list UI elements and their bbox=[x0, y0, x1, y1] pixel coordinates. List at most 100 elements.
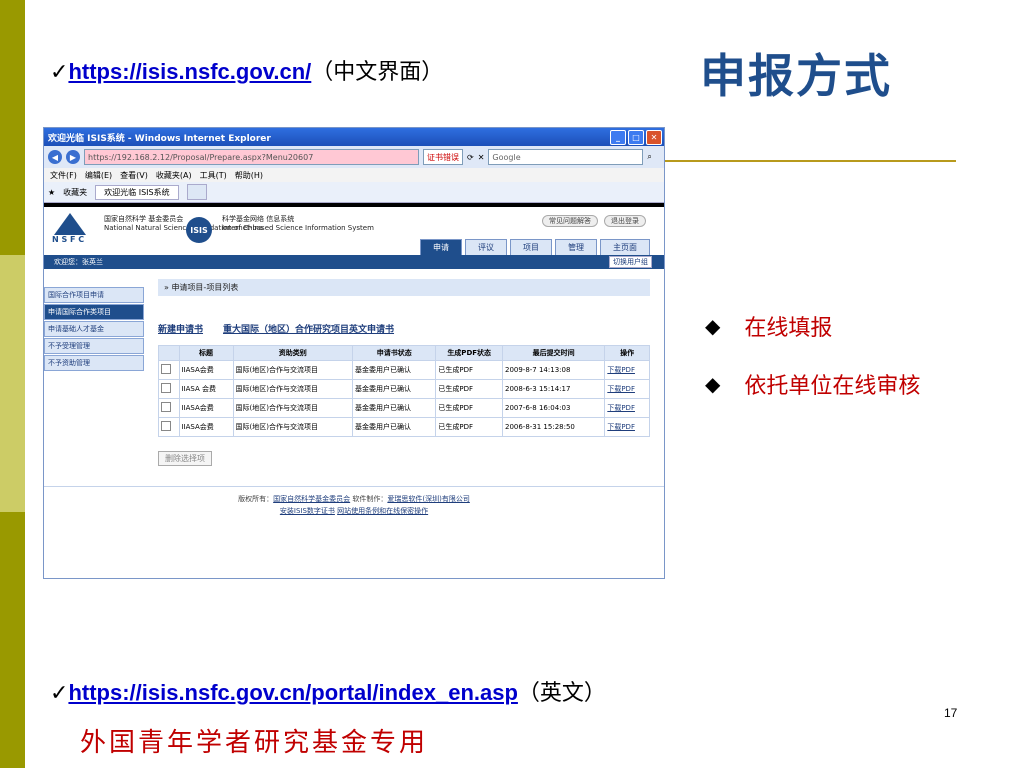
tab-project[interactable]: 项目 bbox=[510, 239, 552, 255]
row-checkbox[interactable] bbox=[161, 421, 171, 431]
row-submit-time: 2006-8-31 15:28:50 bbox=[501, 417, 606, 437]
isis-name-cn: 科学基金网络 信息系统 bbox=[222, 215, 295, 223]
search-input[interactable]: Google bbox=[488, 149, 644, 165]
row-pdf-status: 已生成PDF bbox=[435, 398, 503, 418]
delete-selected-button[interactable]: 删除选择项 bbox=[158, 451, 212, 466]
row-category: 国际(地区)合作与交流项目 bbox=[232, 360, 354, 380]
row-title: IIASA会费 bbox=[178, 417, 234, 437]
nsfc-logo: N S F C bbox=[52, 213, 86, 244]
favorites-star-icon[interactable]: ★ bbox=[48, 188, 55, 197]
column-header-action: 操作 bbox=[604, 345, 650, 361]
download-pdf-link[interactable]: 下载PDF bbox=[604, 379, 650, 399]
copyright-owner-link[interactable]: 国家自然科学基金委员会 bbox=[273, 495, 350, 503]
diamond-bullet-icon: ◆ bbox=[705, 314, 721, 338]
isis-name-en: Internet-based Science Information Syste… bbox=[222, 224, 374, 232]
row-checkbox[interactable] bbox=[161, 364, 171, 374]
row-submit-time: 2009-8-7 14:13:08 bbox=[501, 360, 606, 380]
install-certificate-link[interactable]: 安装ISIS数字证书 bbox=[280, 507, 335, 515]
slide-decoration-divider bbox=[25, 0, 27, 768]
browser-tab[interactable]: 欢迎光临 ISIS系统 bbox=[95, 184, 179, 200]
new-tab-button[interactable] bbox=[186, 184, 207, 200]
logout-button[interactable]: 退出登录 bbox=[604, 215, 646, 227]
site-terms-link[interactable]: 网站使用条例和在线保密操作 bbox=[337, 507, 428, 515]
ie-browser-screenshot: 欢迎光临 ISIS系统 - Windows Internet Explorer … bbox=[43, 127, 665, 579]
row-checkbox[interactable] bbox=[161, 383, 171, 393]
slide-title: 申报方式 bbox=[700, 49, 892, 103]
tab-home[interactable]: 主页面 bbox=[600, 239, 650, 255]
bullet-online-review: ◆ 依托单位在线审核 bbox=[705, 368, 920, 400]
slide-decoration-band-bottom bbox=[0, 512, 25, 768]
page-number: 17 bbox=[944, 706, 958, 720]
tab-review[interactable]: 评议 bbox=[465, 239, 507, 255]
row-pdf-status: 已生成PDF bbox=[435, 379, 503, 399]
row-status: 基金委用户已确认 bbox=[352, 417, 437, 437]
menu-view[interactable]: 查看(V) bbox=[120, 170, 148, 181]
sidebar-item-apply-intl[interactable]: 申请国际合作类项目 bbox=[44, 304, 144, 320]
row-category: 国际(地区)合作与交流项目 bbox=[232, 379, 354, 399]
column-header-select bbox=[158, 345, 180, 361]
menu-edit[interactable]: 编辑(E) bbox=[85, 170, 112, 181]
copyright-label: 版权所有： bbox=[238, 495, 274, 503]
row-checkbox[interactable] bbox=[161, 402, 171, 412]
row-status: 基金委用户已确认 bbox=[352, 379, 437, 399]
stop-icon[interactable]: ✕ bbox=[478, 153, 485, 162]
menu-favorites[interactable]: 收藏夹(A) bbox=[156, 170, 192, 181]
bullet-online-fill: ◆ 在线填报 bbox=[705, 310, 920, 342]
title-underline bbox=[663, 160, 956, 162]
address-input[interactable]: https://192.168.2.12/Proposal/Prepare.as… bbox=[84, 149, 419, 165]
table-row: IIASA 会费 国际(地区)合作与交流项目 基金委用户已确认 已生成PDF 2… bbox=[158, 379, 650, 399]
sidebar-item-not-funded[interactable]: 不予资助管理 bbox=[44, 355, 144, 371]
bottom-caption: 外国青年学者研究基金专用 bbox=[80, 728, 429, 758]
download-pdf-link[interactable]: 下载PDF bbox=[604, 417, 650, 437]
row-submit-time: 2008-6-3 15:14:17 bbox=[501, 379, 606, 399]
chinese-interface-note: （中文界面） bbox=[311, 60, 444, 85]
intl-english-proposal-link[interactable]: 重大国际（地区）合作研究项目英文申请书 bbox=[223, 322, 394, 335]
switch-user-group-select[interactable]: 切换用户组 bbox=[609, 256, 652, 268]
developer-link[interactable]: 爱瑞思软件(深圳)有限公司 bbox=[387, 495, 469, 503]
tab-manage[interactable]: 管理 bbox=[555, 239, 597, 255]
close-icon[interactable]: ✕ bbox=[646, 129, 662, 145]
application-table: 标题 资助类别 申请书状态 生成PDF状态 最后提交时间 操作 IIASA会费 … bbox=[158, 345, 650, 437]
download-pdf-link[interactable]: 下载PDF bbox=[604, 360, 650, 380]
minimize-icon[interactable]: _ bbox=[610, 129, 626, 145]
ie-title-bar: 欢迎光临 ISIS系统 - Windows Internet Explorer … bbox=[44, 128, 664, 146]
search-icon[interactable]: ⌕ bbox=[647, 152, 651, 162]
english-portal-link[interactable]: https://isis.nsfc.gov.cn/portal/index_en… bbox=[68, 680, 517, 705]
row-category: 国际(地区)合作与交流项目 bbox=[232, 398, 354, 418]
download-pdf-link[interactable]: 下载PDF bbox=[604, 398, 650, 418]
slide-decoration-band-middle bbox=[0, 255, 25, 512]
chinese-portal-link[interactable]: https://isis.nsfc.gov.cn/ bbox=[68, 59, 311, 84]
refresh-icon[interactable]: ⟳ bbox=[467, 153, 474, 162]
table-row: IIASA会费 国际(地区)合作与交流项目 基金委用户已确认 已生成PDF 20… bbox=[158, 360, 650, 380]
bottom-url-line: ✓https://isis.nsfc.gov.cn/portal/index_e… bbox=[50, 675, 606, 707]
menu-file[interactable]: 文件(F) bbox=[50, 170, 77, 181]
menu-tools[interactable]: 工具(T) bbox=[200, 170, 227, 181]
welcome-text: 欢迎您：张英兰 bbox=[54, 258, 103, 266]
tab-apply[interactable]: 申请 bbox=[420, 239, 462, 255]
bullet-text: 依托单位在线审核 bbox=[744, 374, 921, 399]
table-row: IIASA会费 国际(地区)合作与交流项目 基金委用户已确认 已生成PDF 20… bbox=[158, 398, 650, 418]
maximize-icon[interactable]: □ bbox=[628, 129, 644, 145]
table-row: IIASA会费 国际(地区)合作与交流项目 基金委用户已确认 已生成PDF 20… bbox=[158, 417, 650, 437]
isis-logo: ISIS bbox=[186, 217, 212, 243]
sidebar-item-not-accepted[interactable]: 不予受理管理 bbox=[44, 338, 144, 354]
row-pdf-status: 已生成PDF bbox=[435, 417, 503, 437]
ie-window-title: 欢迎光临 ISIS系统 - Windows Internet Explorer bbox=[48, 133, 271, 144]
forward-arrow-icon[interactable]: ▶ bbox=[66, 150, 80, 164]
nsfc-logo-icon bbox=[54, 213, 86, 235]
column-header-category: 资助类别 bbox=[232, 345, 354, 361]
row-category: 国际(地区)合作与交流项目 bbox=[232, 417, 354, 437]
nsfc-abbr: N S F C bbox=[52, 235, 85, 244]
new-proposal-link[interactable]: 新建申请书 bbox=[158, 322, 203, 335]
menu-help[interactable]: 帮助(H) bbox=[235, 170, 263, 181]
certificate-error-button[interactable]: 证书错误 bbox=[423, 149, 463, 165]
favorites-button[interactable]: 收藏夹 bbox=[63, 187, 87, 198]
top-url-line: ✓https://isis.nsfc.gov.cn/（中文界面） bbox=[50, 54, 443, 86]
back-arrow-icon[interactable]: ◀ bbox=[48, 150, 62, 164]
bullet-list: ◆ 在线填报 ◆ 依托单位在线审核 bbox=[705, 310, 920, 426]
row-status: 基金委用户已确认 bbox=[352, 360, 437, 380]
check-icon: ✓ bbox=[50, 60, 69, 85]
sidebar-item-talent-fund[interactable]: 申请基础人才基金 bbox=[44, 321, 144, 337]
faq-button[interactable]: 常见问题解答 bbox=[542, 215, 598, 227]
sidebar-item-intl-coop[interactable]: 国际合作项目申请 bbox=[44, 287, 144, 303]
